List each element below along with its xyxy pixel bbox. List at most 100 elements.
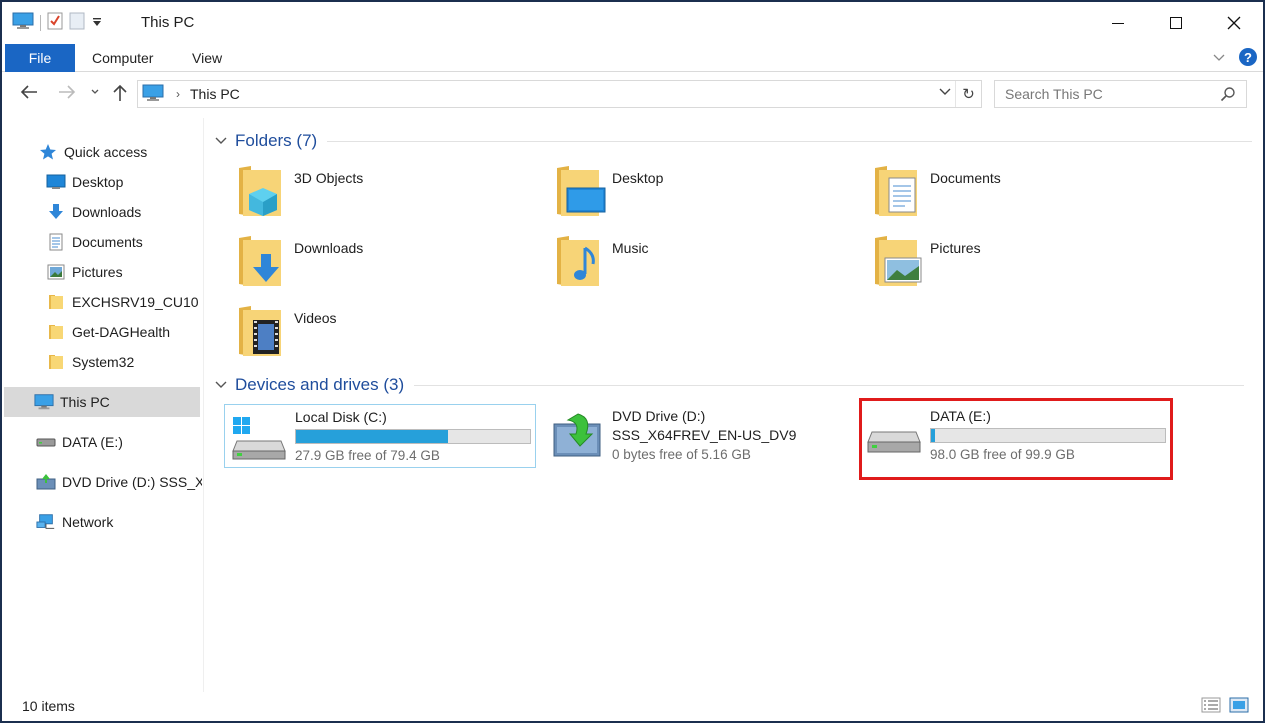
refresh-icon[interactable]: ↻	[955, 81, 981, 107]
drive-volume-label: SSS_X64FREV_EN-US_DV9	[612, 427, 797, 443]
folder-3d-objects[interactable]: 3D Objects	[237, 164, 487, 224]
drive-name: DVD Drive (D:)	[612, 408, 706, 424]
nav-data-drive[interactable]: DATA (E:)	[36, 427, 203, 457]
folder-icon	[46, 322, 66, 342]
nav-dvd-drive-label: DVD Drive (D:) SSS_X64FREV_EN-US_DV9	[62, 474, 202, 490]
windows-drive-icon	[231, 417, 287, 464]
nav-folder-system32-label: System32	[72, 354, 135, 370]
window-title: This PC	[141, 14, 195, 31]
search-input[interactable]: Search This PC	[994, 80, 1247, 108]
group-header-devices[interactable]: Devices and drives (3)	[215, 375, 1245, 395]
up-arrow-icon[interactable]	[112, 84, 128, 107]
quick-access-toolbar	[12, 12, 103, 33]
nav-folder-get-daghealth-label: Get-DAGHealth	[72, 324, 171, 340]
drive-free-space: 0 bytes free of 5.16 GB	[612, 447, 751, 462]
view-toggles	[1201, 697, 1249, 716]
folder-pictures[interactable]: Pictures	[873, 234, 1123, 294]
nav-folder-exchsrv19[interactable]: EXCHSRV19_CU10	[46, 287, 203, 317]
tab-computer[interactable]: Computer	[92, 50, 153, 66]
nav-folder-exchsrv19-label: EXCHSRV19_CU10	[72, 294, 199, 310]
nav-network-label: Network	[62, 514, 114, 530]
group-divider	[327, 140, 1253, 142]
search-icon[interactable]	[1220, 86, 1236, 105]
minimize-button[interactable]	[1089, 2, 1147, 44]
search-placeholder: Search This PC	[1005, 86, 1103, 102]
folder-label: Desktop	[612, 170, 664, 186]
help-icon[interactable]: ?	[1239, 48, 1257, 66]
folder-documents[interactable]: Documents	[873, 164, 1123, 224]
nav-network[interactable]: Network	[36, 507, 203, 537]
nav-this-pc[interactable]: This PC	[4, 387, 200, 417]
drive-free-space: 27.9 GB free of 79.4 GB	[295, 448, 440, 463]
usage-bar	[295, 429, 531, 444]
collapse-chevron-icon[interactable]	[215, 378, 227, 392]
navigation-pane: Quick access Desktop Downloads Documents	[2, 118, 204, 692]
tab-view[interactable]: View	[192, 50, 222, 66]
nav-downloads[interactable]: Downloads	[46, 197, 203, 227]
3d-objects-folder-icon	[239, 166, 281, 216]
new-folder-icon[interactable]	[69, 12, 85, 33]
this-pc-icon	[34, 392, 54, 412]
hard-drive-icon	[36, 432, 56, 452]
desktop-icon	[46, 172, 66, 192]
customize-qat-dropdown-icon[interactable]	[91, 15, 103, 31]
folder-label: Documents	[930, 170, 1001, 186]
folder-label: Music	[612, 240, 649, 256]
item-count: 10 items	[22, 698, 75, 714]
maximize-button[interactable]	[1147, 2, 1205, 44]
this-pc-icon	[142, 84, 164, 105]
nav-documents[interactable]: Documents	[46, 227, 203, 257]
expand-ribbon-chevron-icon[interactable]	[1213, 49, 1225, 65]
back-arrow-icon[interactable]	[20, 84, 38, 105]
folder-label: Downloads	[294, 240, 364, 256]
nav-this-pc-label: This PC	[60, 394, 110, 410]
folder-label: Videos	[294, 310, 337, 326]
dvd-drive-icon	[36, 472, 56, 492]
collapse-chevron-icon[interactable]	[215, 134, 227, 148]
folder-desktop[interactable]: Desktop	[555, 164, 805, 224]
folder-videos[interactable]: Videos	[237, 304, 487, 364]
group-header-folders[interactable]: Folders (7)	[215, 131, 1253, 151]
status-bar: 10 items	[2, 692, 1263, 721]
folder-label: 3D Objects	[294, 170, 364, 186]
file-explorer-window: This PC File Computer View ? › This PC ↻…	[0, 0, 1265, 723]
dvd-install-icon	[552, 412, 602, 461]
nav-dvd-drive[interactable]: DVD Drive (D:) SSS_X64FREV_EN-US_DV9	[36, 467, 202, 497]
window-controls	[1089, 2, 1263, 44]
highlight-box	[859, 398, 1173, 480]
this-pc-icon[interactable]	[12, 12, 34, 33]
recent-locations-chevron-icon[interactable]	[90, 84, 100, 105]
drive-local-disk-c[interactable]: Local Disk (C:) 27.9 GB free of 79.4 GB	[224, 404, 536, 468]
nav-data-drive-label: DATA (E:)	[62, 434, 123, 450]
folder-music[interactable]: Music	[555, 234, 805, 294]
address-row: › This PC ↻ Search This PC	[2, 72, 1263, 118]
documents-folder-icon	[875, 166, 917, 216]
nav-quick-access[interactable]: Quick access	[38, 137, 203, 167]
tab-file[interactable]: File	[5, 44, 75, 72]
drive-dvd-d[interactable]: DVD Drive (D:) SSS_X64FREV_EN-US_DV9 0 b…	[542, 404, 854, 468]
star-icon	[38, 142, 58, 162]
folder-icon	[46, 292, 66, 312]
download-arrow-icon	[46, 202, 66, 222]
nav-folder-system32[interactable]: System32	[46, 347, 203, 377]
forward-arrow-icon[interactable]	[58, 84, 76, 105]
nav-pictures[interactable]: Pictures	[46, 257, 203, 287]
nav-desktop-label: Desktop	[72, 174, 124, 190]
folder-downloads[interactable]: Downloads	[237, 234, 487, 294]
nav-folder-get-daghealth[interactable]: Get-DAGHealth	[46, 317, 203, 347]
address-dropdown-icon[interactable]	[939, 86, 951, 100]
nav-quick-access-label: Quick access	[64, 144, 148, 160]
picture-icon	[46, 262, 66, 282]
address-bar[interactable]: › This PC ↻	[137, 80, 982, 108]
folder-icon	[46, 352, 66, 372]
ribbon-tabs: File Computer View ?	[2, 44, 1263, 72]
breadcrumb-separator-icon[interactable]: ›	[176, 87, 180, 101]
large-icons-view-icon[interactable]	[1229, 697, 1249, 716]
nav-desktop[interactable]: Desktop	[46, 167, 203, 197]
qat-separator	[40, 14, 41, 31]
breadcrumb-this-pc[interactable]: This PC	[190, 86, 240, 102]
properties-icon[interactable]	[47, 12, 63, 33]
music-folder-icon	[557, 236, 599, 286]
details-view-icon[interactable]	[1201, 697, 1221, 716]
close-button[interactable]	[1205, 2, 1263, 44]
